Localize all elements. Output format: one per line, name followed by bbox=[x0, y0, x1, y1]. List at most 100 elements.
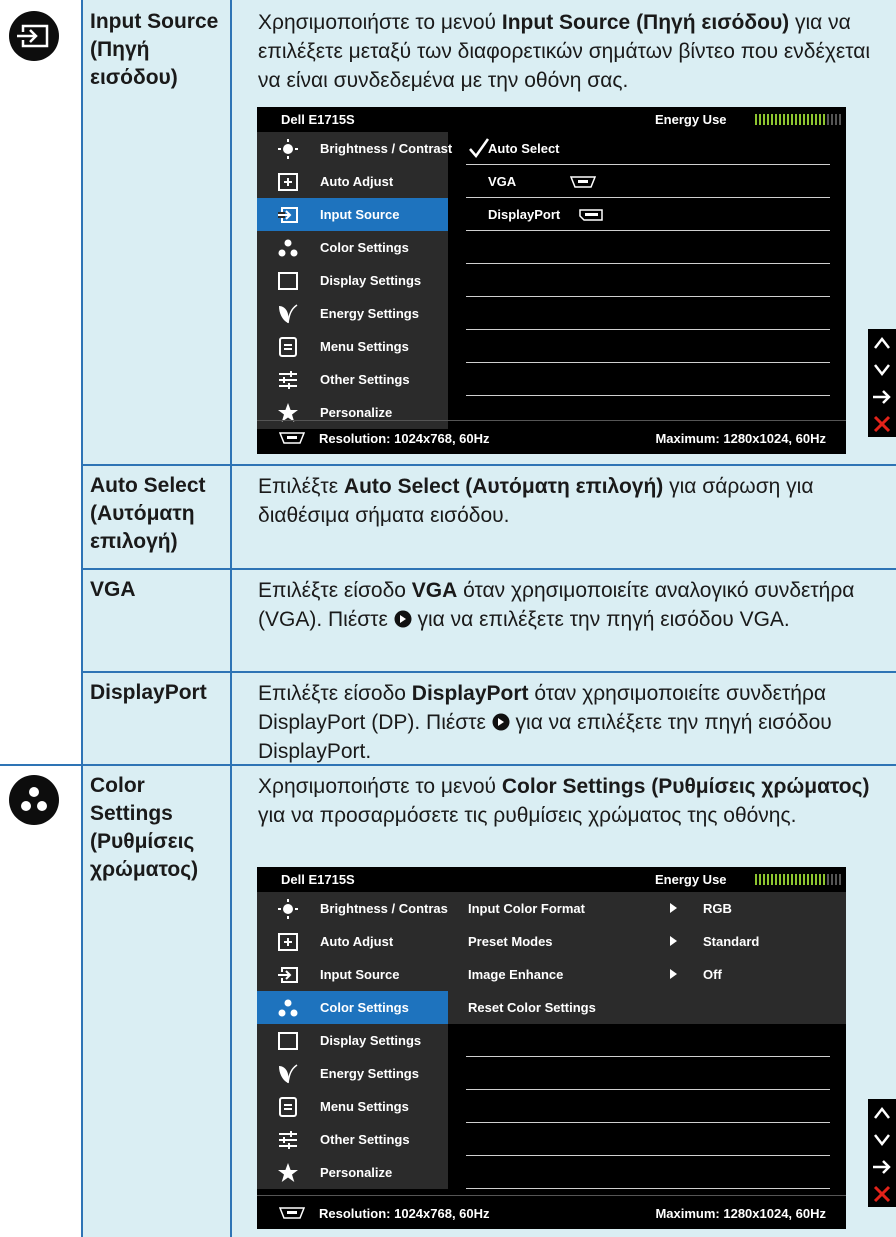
brightness-icon bbox=[277, 898, 299, 920]
osd-menu-item-auto-adjust[interactable]: Auto Adjust bbox=[257, 165, 448, 198]
menu-settings-icon bbox=[277, 1096, 299, 1118]
osd-option-displayport[interactable]: DisplayPort bbox=[448, 198, 846, 231]
energy-bar bbox=[755, 114, 757, 125]
osd-menu-item-color-settings[interactable]: Color Settings bbox=[257, 231, 448, 264]
osd-menu-label: Brightness / Contrast bbox=[320, 141, 453, 156]
osd-option-label: Reset Color Settings bbox=[468, 1000, 596, 1015]
osd-menu-item-energy-settings[interactable]: Energy Settings bbox=[257, 1057, 448, 1090]
down-arrow-icon[interactable] bbox=[868, 1126, 896, 1153]
osd-input-source: Dell E1715S Energy Use Brightness / Cont… bbox=[257, 107, 846, 454]
osd-menu-label: Auto Adjust bbox=[320, 174, 394, 189]
osd-empty-row bbox=[448, 1090, 846, 1123]
menu-settings-icon bbox=[277, 336, 299, 358]
osd-empty-row bbox=[448, 1156, 846, 1189]
triangle-right-icon bbox=[670, 936, 677, 946]
osd-option-vga[interactable]: VGA bbox=[448, 165, 846, 198]
osd-menu-label: Menu Settings bbox=[320, 1099, 409, 1114]
osd-color-option[interactable]: Input Color Format RGB bbox=[448, 892, 846, 925]
row-label-input-source: Input Source (Πηγή εισόδου) bbox=[90, 10, 219, 89]
energy-bar bbox=[815, 114, 817, 125]
up-arrow-icon[interactable] bbox=[868, 329, 896, 356]
close-icon[interactable] bbox=[868, 1180, 896, 1207]
osd-menu-item-brightness-contrast[interactable]: Brightness / Contrast bbox=[257, 132, 452, 165]
osd-menu-label: Energy Settings bbox=[320, 306, 419, 321]
energy-bar bbox=[771, 114, 773, 125]
osd-empty-row bbox=[448, 264, 846, 297]
osd-footer: Resolution: 1024x768, 60Hz Maximum: 1280… bbox=[257, 1195, 846, 1229]
osd-menu-item-personalize[interactable]: Personalize bbox=[257, 1156, 448, 1189]
osd-menu-label: Color Settings bbox=[320, 1000, 409, 1015]
osd-resolution: Resolution: 1024x768, 60Hz bbox=[319, 1206, 490, 1221]
energy-bar bbox=[795, 874, 797, 885]
osd-menu-item-other-settings[interactable]: Other Settings bbox=[257, 363, 448, 396]
osd-menu-item-display-settings[interactable]: Display Settings bbox=[257, 264, 448, 297]
osd-color-settings: Dell E1715S Energy Use Brightness / Cont… bbox=[257, 867, 846, 1229]
osd-header: Dell E1715S Energy Use bbox=[257, 107, 846, 132]
triangle-right-icon bbox=[670, 903, 677, 913]
osd-option-auto-select[interactable]: Auto Select bbox=[448, 132, 846, 165]
osd-menu-label: Personalize bbox=[320, 1165, 393, 1180]
osd-empty-row bbox=[448, 297, 846, 330]
osd-empty-row bbox=[448, 231, 846, 264]
osd-color-option[interactable]: Reset Color Settings bbox=[448, 991, 846, 1024]
close-icon[interactable] bbox=[868, 410, 896, 437]
displayport-connector-icon bbox=[579, 209, 603, 221]
energy-bar bbox=[807, 874, 809, 885]
osd-color-option[interactable]: Preset Modes Standard bbox=[448, 925, 846, 958]
right-arrow-icon[interactable] bbox=[868, 383, 896, 410]
up-arrow-icon[interactable] bbox=[868, 1099, 896, 1126]
energy-bar bbox=[795, 114, 797, 125]
energy-bar bbox=[811, 874, 813, 885]
osd-energy-label: Energy Use bbox=[655, 872, 727, 887]
other-settings-icon bbox=[277, 1129, 299, 1151]
energy-bar bbox=[799, 114, 801, 125]
energy-meter bbox=[755, 114, 845, 125]
osd-menu-item-input-source[interactable]: Input Source bbox=[257, 958, 448, 991]
osd-empty-row bbox=[448, 363, 846, 396]
osd-menu-label: Display Settings bbox=[320, 273, 422, 288]
energy-bar bbox=[835, 874, 837, 885]
energy-bar bbox=[755, 874, 757, 885]
down-arrow-icon[interactable] bbox=[868, 356, 896, 383]
row-desc-displayport: Επιλέξτε είσοδο DisplayPort όταν χρησιμο… bbox=[258, 682, 832, 763]
osd-menu-item-energy-settings[interactable]: Energy Settings bbox=[257, 297, 448, 330]
osd-menu-label: Brightness / Contrast bbox=[320, 901, 453, 916]
star-icon bbox=[277, 1162, 299, 1184]
energy-bar bbox=[771, 874, 773, 885]
row-label-auto-select: Auto Select (Αυτόματη επιλογή) bbox=[90, 474, 206, 553]
energy-bar bbox=[787, 114, 789, 125]
osd-menu-label: Personalize bbox=[320, 405, 393, 420]
energy-bar bbox=[819, 874, 821, 885]
osd-menu-item-color-settings[interactable]: Color Settings bbox=[257, 991, 448, 1024]
osd-option-label: Image Enhance bbox=[468, 967, 564, 982]
osd-empty-row bbox=[448, 330, 846, 363]
energy-bar bbox=[759, 874, 761, 885]
osd-option-value: Off bbox=[703, 967, 722, 982]
osd-menu-item-other-settings[interactable]: Other Settings bbox=[257, 1123, 448, 1156]
osd-option-label: Input Color Format bbox=[468, 901, 585, 916]
energy-bar bbox=[819, 114, 821, 125]
table-border bbox=[81, 0, 83, 1237]
osd-menu-label: Auto Adjust bbox=[320, 934, 394, 949]
osd-color-option[interactable]: Image Enhance Off bbox=[448, 958, 846, 991]
table-border bbox=[81, 671, 896, 673]
osd-model: Dell E1715S bbox=[281, 112, 355, 127]
energy-bar bbox=[787, 874, 789, 885]
energy-bar bbox=[779, 874, 781, 885]
osd-menu-item-input-source[interactable]: Input Source bbox=[257, 198, 448, 231]
energy-bar bbox=[815, 874, 817, 885]
osd-empty-row bbox=[448, 1024, 846, 1057]
right-circle-arrow-icon bbox=[492, 713, 510, 731]
osd-menu-item-menu-settings[interactable]: Menu Settings bbox=[257, 1090, 448, 1123]
energy-bar bbox=[831, 874, 833, 885]
osd-option-value: RGB bbox=[703, 901, 732, 916]
energy-bar bbox=[835, 114, 837, 125]
osd-menu-item-menu-settings[interactable]: Menu Settings bbox=[257, 330, 448, 363]
osd-menu-item-auto-adjust[interactable]: Auto Adjust bbox=[257, 925, 448, 958]
osd-menu-item-display-settings[interactable]: Display Settings bbox=[257, 1024, 448, 1057]
osd-menu-item-brightness-contrast[interactable]: Brightness / Contrast bbox=[257, 892, 452, 925]
vga-connector-icon bbox=[570, 176, 596, 188]
energy-bar bbox=[783, 874, 785, 885]
right-arrow-icon[interactable] bbox=[868, 1153, 896, 1180]
side-controls bbox=[868, 329, 896, 437]
